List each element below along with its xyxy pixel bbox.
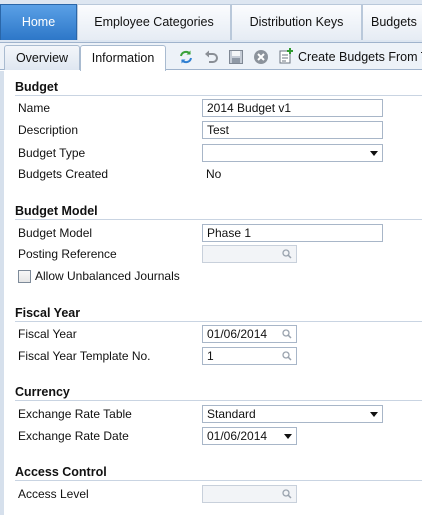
- section-divider: [15, 480, 422, 481]
- tab-distribution-keys[interactable]: Distribution Keys: [231, 4, 362, 40]
- budget-form: Budget Name 2014 Budget v1 Description T…: [0, 71, 422, 515]
- budget-type-select[interactable]: [202, 144, 383, 162]
- section-title-budget-model: Budget Model: [15, 204, 98, 218]
- section-title-budget: Budget: [15, 80, 59, 94]
- section-divider: [15, 321, 422, 322]
- posting-reference-field[interactable]: [202, 245, 297, 263]
- search-icon[interactable]: [281, 327, 293, 341]
- fiscal-year-field[interactable]: 01/06/2014: [202, 325, 297, 343]
- create-budgets-icon: [278, 48, 294, 64]
- section-divider: [15, 219, 422, 220]
- budgets-created-value: No: [206, 167, 222, 181]
- exchange-rate-date-value: 01/06/2014: [207, 429, 268, 443]
- name-label: Name: [18, 101, 51, 115]
- chevron-down-icon[interactable]: [284, 434, 292, 439]
- exchange-rate-date-label: Exchange Rate Date: [18, 429, 129, 443]
- chevron-down-icon[interactable]: [370, 151, 378, 156]
- budgets-created-label: Budgets Created: [18, 167, 109, 181]
- access-level-label: Access Level: [18, 487, 89, 501]
- chevron-down-icon[interactable]: [370, 412, 378, 417]
- access-level-field[interactable]: [202, 485, 297, 503]
- budget-model-field[interactable]: Phase 1: [202, 224, 383, 242]
- description-field[interactable]: Test: [202, 121, 383, 139]
- name-field[interactable]: 2014 Budget v1: [202, 99, 383, 117]
- section-title-fiscal-year: Fiscal Year: [15, 306, 81, 320]
- search-icon[interactable]: [281, 349, 293, 363]
- fiscal-year-label: Fiscal Year: [18, 327, 77, 341]
- exchange-rate-table-value: Standard: [207, 407, 256, 421]
- sub-toolbar: Overview Information Create Budgets From…: [0, 43, 422, 71]
- budget-type-label: Budget Type: [18, 146, 86, 160]
- undo-icon[interactable]: [203, 49, 219, 65]
- refresh-icon[interactable]: [178, 49, 194, 65]
- posting-reference-label: Posting Reference: [18, 247, 117, 261]
- exchange-rate-table-select[interactable]: Standard: [202, 405, 383, 423]
- create-budgets-button[interactable]: Create Budgets From Te: [278, 46, 422, 68]
- section-divider: [15, 400, 422, 401]
- allow-unbalanced-label: Allow Unbalanced Journals: [35, 269, 180, 283]
- top-tab-bar: Home Employee Categories Distribution Ke…: [0, 0, 422, 43]
- budget-model-label: Budget Model: [18, 226, 93, 240]
- fiscal-year-template-field[interactable]: 1: [202, 347, 297, 365]
- fiscal-year-template-label: Fiscal Year Template No.: [18, 349, 151, 363]
- section-title-access-control: Access Control: [15, 465, 107, 479]
- fiscal-year-value: 01/06/2014: [207, 327, 268, 341]
- cancel-icon[interactable]: [253, 49, 269, 65]
- tab-home[interactable]: Home: [0, 4, 77, 40]
- exchange-rate-table-label: Exchange Rate Table: [18, 407, 132, 421]
- search-icon[interactable]: [281, 247, 293, 261]
- save-icon[interactable]: [228, 49, 244, 65]
- search-icon[interactable]: [281, 487, 293, 501]
- exchange-rate-date-picker[interactable]: 01/06/2014: [202, 427, 297, 445]
- create-budgets-label: Create Budgets From Te: [298, 50, 422, 64]
- tab-employee-categories[interactable]: Employee Categories: [77, 4, 231, 40]
- tab-overview[interactable]: Overview: [4, 45, 80, 70]
- tab-information[interactable]: Information: [80, 45, 166, 71]
- allow-unbalanced-checkbox[interactable]: [18, 270, 31, 283]
- section-divider: [15, 95, 422, 96]
- fiscal-year-template-value: 1: [207, 349, 214, 363]
- description-label: Description: [18, 123, 79, 137]
- section-title-currency: Currency: [15, 385, 70, 399]
- tab-budgets[interactable]: Budgets: [362, 4, 422, 40]
